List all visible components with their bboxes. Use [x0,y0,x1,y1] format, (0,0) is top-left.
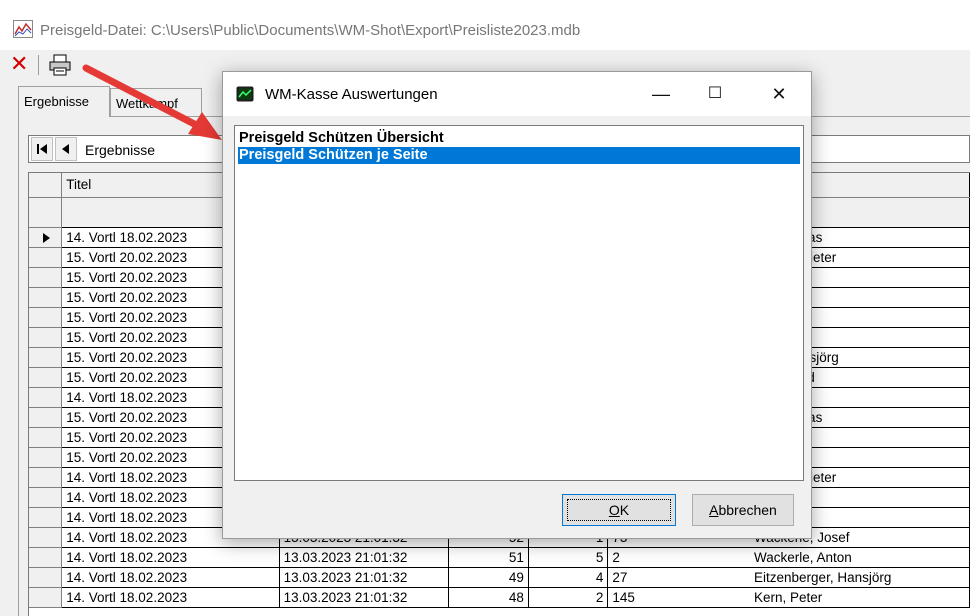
chart-icon [236,86,254,102]
row-indicator [29,197,63,228]
row-indicator[interactable] [29,447,63,468]
row-indicator-header [29,173,63,198]
ok-button-label: OK [608,502,630,518]
report-item-label: Preisgeld Schützen Übersicht [239,130,444,146]
cell-value-c[interactable]: 145 [607,587,751,608]
cell-timestamp[interactable]: 13.03.2023 21:01:32 [279,567,450,588]
first-record-icon [37,144,47,154]
row-indicator[interactable] [29,367,63,388]
window-title: Preisgeld-Datei: C:\Users\Public\Documen… [40,22,581,39]
close-icon[interactable]: ✕ [10,53,28,75]
row-indicator[interactable] [29,287,63,308]
row-indicator[interactable] [29,487,63,508]
cancel-button-label: Abbrechen [709,502,777,518]
report-item-je-seite[interactable]: Preisgeld Schützen je Seite [238,147,800,164]
cell-timestamp[interactable]: 13.03.2023 21:01:32 [279,587,450,608]
table-row[interactable]: 14. Vortl 18.02.2023 13.03.2023 21:01:32 4… [29,587,970,608]
dialog-titlebar[interactable]: WM-Kasse Auswertungen — ☐ ✕ [223,72,811,116]
chart-icon [13,20,33,38]
report-list[interactable]: Preisgeld Schützen Übersicht Preisgeld S… [234,125,804,481]
row-indicator[interactable] [29,407,63,428]
first-record-button[interactable] [31,137,53,161]
row-indicator[interactable] [29,587,63,608]
row-indicator[interactable] [29,227,63,248]
toolbar-separator [38,55,39,75]
cell-value-c[interactable]: 27 [607,567,751,588]
cell-name[interactable]: Kern, Peter [750,587,970,608]
row-indicator[interactable] [29,427,63,448]
cell-value-a[interactable]: 51 [448,547,529,568]
table-row[interactable]: 14. Vortl 18.02.202313.03.2023 21:01:325… [29,547,970,568]
table-row[interactable]: 14. Vortl 18.02.2023 13.03.2023 21:01:32 4… [29,567,970,588]
ok-button[interactable]: OK [562,494,676,526]
cell-value-a[interactable]: 48 [448,587,529,608]
cell-timestamp[interactable]: 13.03.2023 21:01:32 [279,547,450,568]
dialog-title: WM-Kasse Auswertungen [265,86,438,103]
cell-title[interactable]: 14. Vortl 18.02.2023 [61,567,280,588]
cell-value-a[interactable]: 49 [448,567,529,588]
row-indicator[interactable] [29,347,63,368]
row-indicator[interactable] [29,247,63,268]
maximize-button[interactable]: ☐ [697,80,733,108]
minimize-button[interactable]: — [643,80,679,108]
close-button[interactable]: ✕ [761,80,797,108]
cell-value-b[interactable]: 5 [528,547,609,568]
row-indicator[interactable] [29,307,63,328]
cell-value-b[interactable]: 4 [528,567,609,588]
row-indicator[interactable] [29,527,63,548]
main-window-titlebar: Preisgeld-Datei: C:\Users\Public\Documen… [0,0,970,50]
cell-value-b[interactable]: 2 [528,587,609,608]
cell-name[interactable]: Wackerle, Anton [750,547,970,568]
row-indicator[interactable] [29,567,63,588]
row-indicator[interactable] [29,327,63,348]
report-item-uebersicht[interactable]: Preisgeld Schützen Übersicht [238,130,800,147]
row-indicator[interactable] [29,267,63,288]
cell-value-c[interactable]: 2 [607,547,751,568]
cell-name[interactable]: Eitzenberger, Hansjörg [750,567,970,588]
row-indicator[interactable] [29,387,63,408]
previous-record-icon [62,144,69,154]
cell-title[interactable]: 14. Vortl 18.02.2023 [61,587,280,608]
report-item-label: Preisgeld Schützen je Seite [239,147,428,163]
report-dialog: WM-Kasse Auswertungen — ☐ ✕ Preisgeld Sc… [222,71,812,539]
row-indicator[interactable] [29,467,63,488]
cell-title[interactable]: 14. Vortl 18.02.2023 [61,547,280,568]
previous-record-button[interactable] [55,137,77,161]
annotation-arrow-icon [82,64,222,140]
row-indicator[interactable] [29,547,63,568]
printer-icon[interactable] [48,54,72,76]
current-row-icon [43,232,50,243]
row-indicator[interactable] [29,507,63,528]
cancel-button[interactable]: Abbrechen [692,494,794,526]
